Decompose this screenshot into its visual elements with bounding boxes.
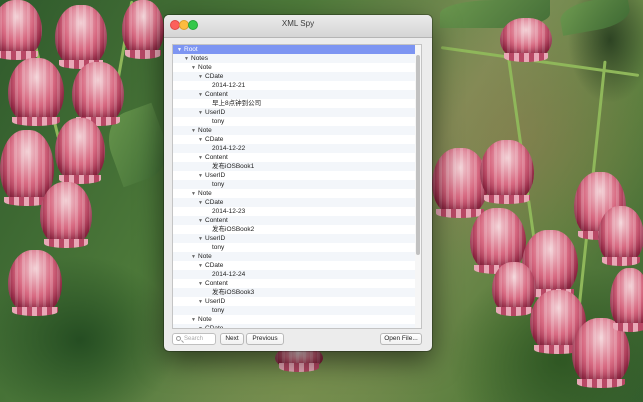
- outline-row[interactable]: ▼ CDate: [173, 261, 421, 270]
- flower-bell: [500, 18, 552, 62]
- scrollbar-thumb[interactable]: [416, 55, 420, 255]
- outline-row[interactable]: ▼ CDate: [173, 198, 421, 207]
- outline-row-label: Content: [205, 91, 228, 98]
- outline-row[interactable]: ▼ Root: [173, 45, 421, 54]
- flower-bell: [72, 62, 124, 126]
- outline-row[interactable]: ▼ UserID: [173, 234, 421, 243]
- window-title: XML Spy: [281, 19, 315, 28]
- outline-row-label: CDate: [205, 262, 224, 269]
- outline-row[interactable]: ▼ UserID: [173, 297, 421, 306]
- outline-row[interactable]: tony: [173, 306, 421, 315]
- outline-row-label: UserID: [205, 235, 226, 242]
- outline-row[interactable]: ▼ Notes: [173, 54, 421, 63]
- outline-row-label: Content: [205, 154, 228, 161]
- flower-bell: [55, 118, 105, 184]
- outline-row-label: UserID: [205, 109, 226, 116]
- outline-row[interactable]: ▼ UserID: [173, 171, 421, 180]
- outline-row[interactable]: 早上8点钟到公司: [173, 99, 421, 108]
- outline-row[interactable]: ▼ Note: [173, 63, 421, 72]
- previous-button[interactable]: Previous: [246, 333, 284, 345]
- outline-row-label: Content: [205, 217, 228, 224]
- flower-bell: [8, 58, 64, 126]
- outline-row[interactable]: 2014-12-24: [173, 270, 421, 279]
- tree-rows: ▼ Root ▼ Notes ▼ Note ▼ CDate 2014-12-21 ▼ Content…: [173, 45, 421, 328]
- outline-row[interactable]: ▼ Note: [173, 189, 421, 198]
- outline-row-label: CDate: [205, 73, 224, 80]
- outline-row[interactable]: ▼ Content: [173, 153, 421, 162]
- outline-row[interactable]: ▼ CDate: [173, 72, 421, 81]
- outline-row-label: Root: [184, 46, 198, 53]
- outline-row-label: Note: [198, 127, 212, 134]
- outline-row-label: 2014-12-23: [212, 208, 246, 215]
- outline-row-label: Content: [205, 280, 228, 287]
- outline-row-label: 早上8点钟到公司: [212, 100, 262, 107]
- search-icon: [176, 336, 181, 341]
- outline-row-label: 发布iOSBook2: [212, 226, 255, 233]
- outline-row-label: UserID: [205, 298, 226, 305]
- outline-row-label: 2014-12-22: [212, 145, 246, 152]
- open-file-button[interactable]: Open File...: [380, 333, 422, 345]
- outline-row-label: CDate: [205, 136, 224, 143]
- outline-row[interactable]: tony: [173, 243, 421, 252]
- outline-row-label: 2014-12-21: [212, 82, 246, 89]
- xml-outline-view[interactable]: ▼ Root ▼ Notes ▼ Note ▼ CDate 2014-12-21 ▼ Content…: [172, 44, 422, 329]
- outline-row-label: UserID: [205, 172, 226, 179]
- flower-bell: [40, 182, 92, 248]
- outline-row-label: Note: [198, 190, 212, 197]
- title-bar[interactable]: XML Spy: [164, 15, 432, 38]
- outline-row[interactable]: ▼ UserID: [173, 108, 421, 117]
- outline-row[interactable]: 2014-12-22: [173, 144, 421, 153]
- flower-bell: [8, 250, 62, 316]
- outline-row[interactable]: 发布iOSBook1: [173, 162, 421, 171]
- outline-row[interactable]: 2014-12-21: [173, 81, 421, 90]
- outline-row[interactable]: 发布iOSBook2: [173, 225, 421, 234]
- leaf: [557, 0, 633, 36]
- outline-row[interactable]: ▼ Note: [173, 315, 421, 324]
- outline-row-label: tony: [212, 244, 225, 251]
- outline-row-label: tony: [212, 307, 225, 314]
- flower-bell: [598, 206, 643, 266]
- search-field[interactable]: Search: [172, 333, 216, 345]
- flower-bell: [0, 0, 42, 60]
- outline-row-label: tony: [212, 181, 225, 188]
- outline-row-label: Note: [198, 316, 212, 323]
- outline-row[interactable]: ▼ Content: [173, 279, 421, 288]
- outline-row[interactable]: 2014-12-23: [173, 207, 421, 216]
- flower-bell: [480, 140, 534, 204]
- outline-row-label: Note: [198, 253, 212, 260]
- flower-bell: [122, 0, 164, 59]
- outline-row-label: Note: [198, 64, 212, 71]
- outline-row[interactable]: tony: [173, 117, 421, 126]
- outline-row[interactable]: ▼ Content: [173, 90, 421, 99]
- search-placeholder: Search: [184, 336, 204, 342]
- next-button[interactable]: Next: [220, 333, 244, 345]
- outline-row-label: 发布iOSBook3: [212, 289, 255, 296]
- vertical-scrollbar[interactable]: [415, 45, 421, 328]
- outline-row[interactable]: tony: [173, 180, 421, 189]
- outline-row[interactable]: ▼ CDate: [173, 135, 421, 144]
- outline-row[interactable]: ▼ Content: [173, 216, 421, 225]
- bottom-toolbar: Search Next Previous Open File...: [164, 327, 432, 351]
- outline-row[interactable]: 发布iOSBook3: [173, 288, 421, 297]
- outline-row-label: CDate: [205, 199, 224, 206]
- flower-bell: [610, 268, 643, 332]
- flower-bell: [492, 262, 536, 316]
- outline-row-label: tony: [212, 118, 225, 125]
- flower-bell: [432, 148, 488, 218]
- outline-row-label: Notes: [191, 55, 208, 62]
- outline-row[interactable]: ▼ Note: [173, 126, 421, 135]
- outline-row-label: 发布iOSBook1: [212, 163, 255, 170]
- app-window: XML Spy ▼ Root ▼ Notes ▼ Note ▼ CDate 2014-12-21…: [164, 15, 432, 351]
- outline-row-label: 2014-12-24: [212, 271, 246, 278]
- outline-row[interactable]: ▼ Note: [173, 252, 421, 261]
- flower-bell: [470, 208, 526, 274]
- flower-bell: [55, 5, 107, 69]
